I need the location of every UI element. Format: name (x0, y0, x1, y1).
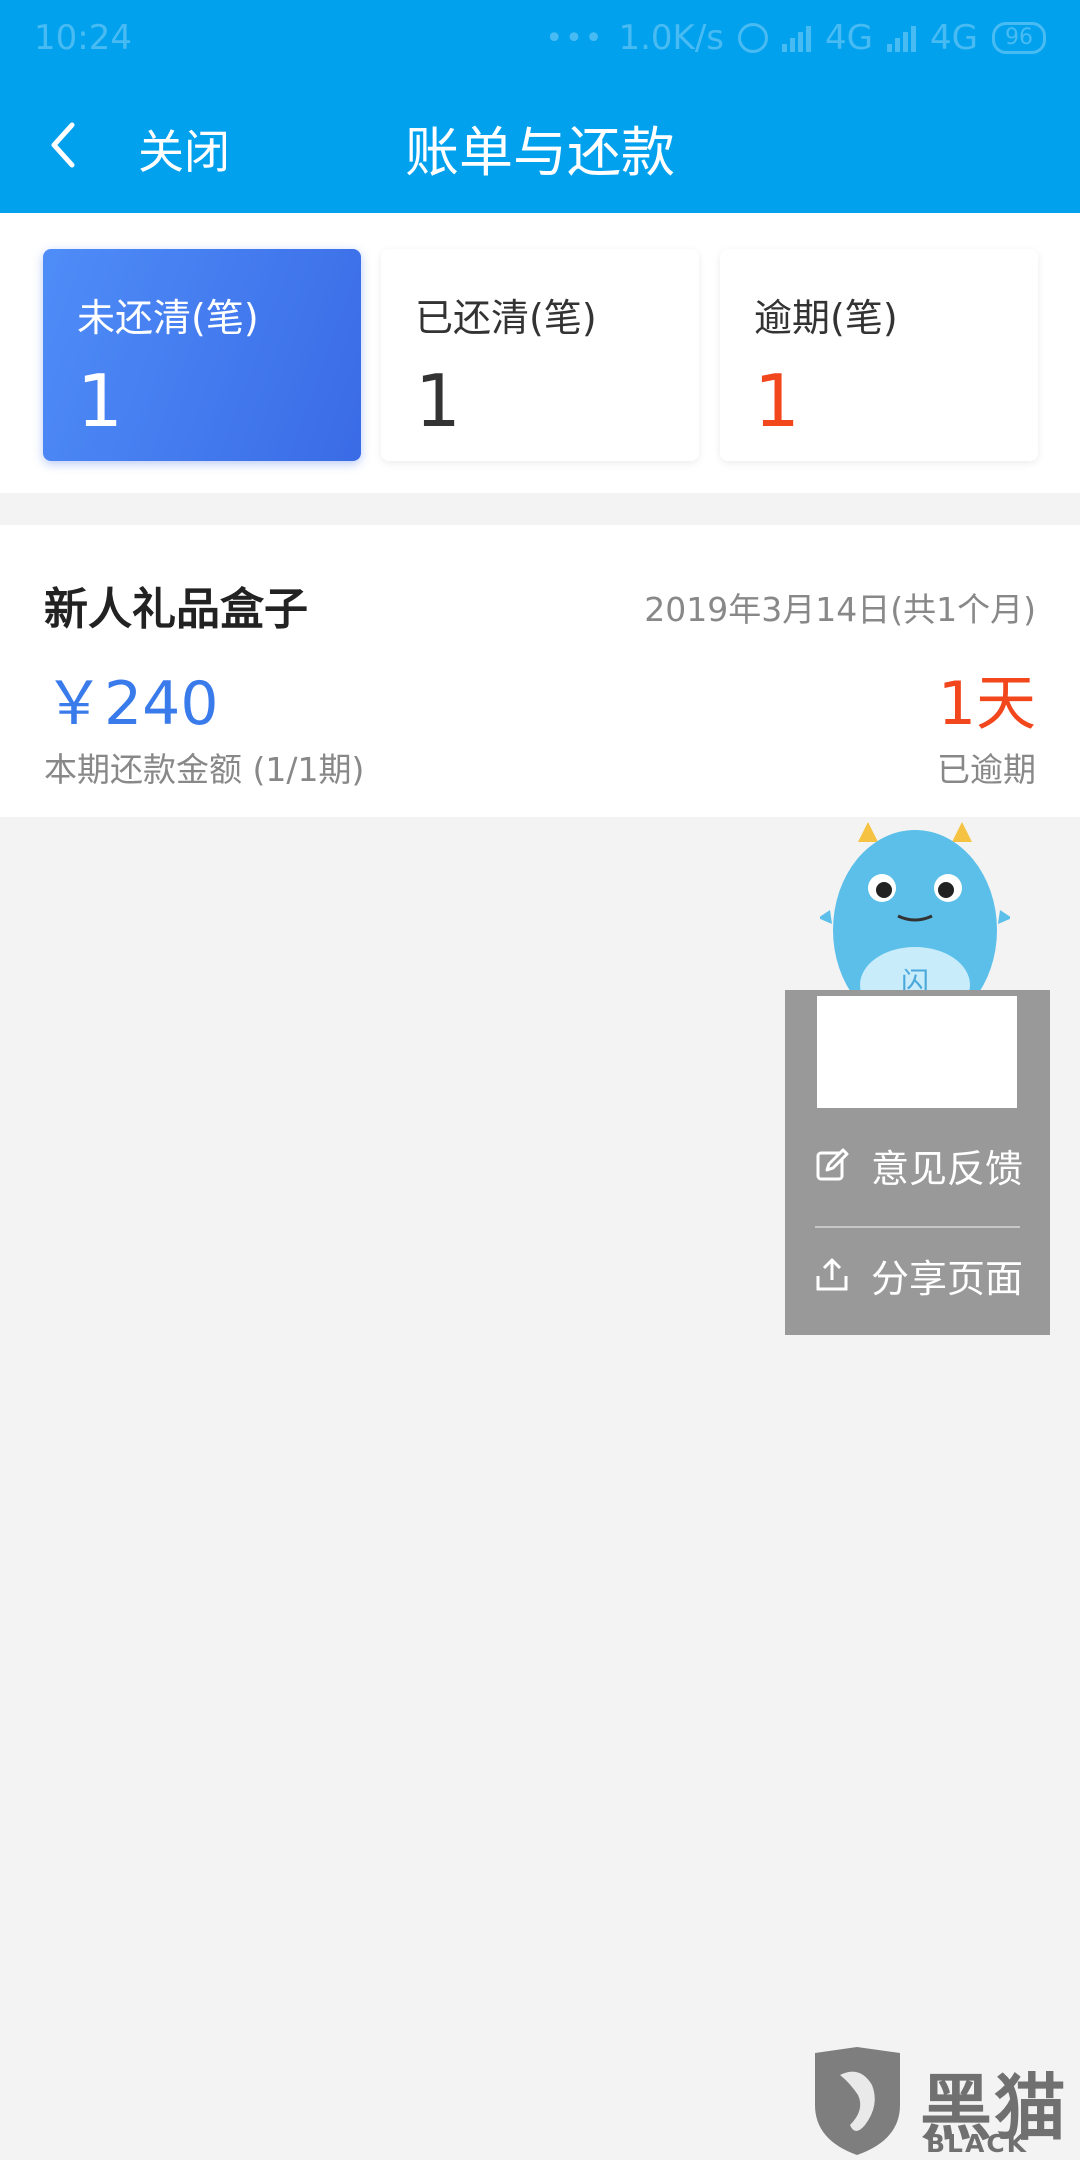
bill-name: 新人礼品盒子 (44, 584, 308, 635)
summary-section: 未还清(笔) 1 已还清(笔) 1 逾期(笔) 1 (0, 213, 1080, 493)
feedback-label: 意见反馈 (871, 1146, 1024, 1191)
status-bar: 10:24 ••• 1.0K/s 4G 4G 96 (0, 0, 1080, 80)
page-preview-thumbnail (817, 996, 1017, 1108)
share-page-button[interactable]: 分享页面 (785, 1225, 1050, 1325)
signal-icon-2 (887, 24, 917, 52)
alarm-icon (738, 23, 769, 53)
bill-list-item[interactable]: 新人礼品盒子 2019年3月14日(共1个月) ￥240 1天 本期还款金额 (… (0, 525, 1080, 817)
status-icons: ••• 1.0K/s 4G 4G 96 (545, 18, 1046, 58)
floating-menu: 意见反馈 分享页面 (785, 990, 1050, 1335)
network-type-1: 4G (825, 18, 874, 58)
overdue-status: 已逾期 (937, 750, 1036, 789)
card-count: 1 (754, 359, 800, 443)
watermark-subtext: BLACK CAT (926, 2129, 1029, 2160)
card-paid[interactable]: 已还清(笔) 1 (381, 249, 699, 461)
feedback-button[interactable]: 意见反馈 (785, 1115, 1050, 1215)
card-overdue[interactable]: 逾期(笔) 1 (720, 249, 1038, 461)
share-label: 分享页面 (871, 1256, 1024, 1301)
card-count: 1 (77, 359, 123, 443)
bill-amount: ￥240 (44, 669, 219, 739)
amount-caption: 本期还款金额 (1/1期) (44, 750, 365, 789)
more-dots-icon: ••• (545, 20, 605, 56)
app-header: 10:24 ••• 1.0K/s 4G 4G 96 关闭 账单与还款 (0, 0, 1080, 213)
overdue-days: 1天 (937, 669, 1036, 739)
edit-icon (816, 1148, 849, 1181)
card-unpaid[interactable]: 未还清(笔) 1 (43, 249, 361, 461)
signal-icon (782, 24, 812, 52)
card-label: 未还清(笔) (77, 296, 259, 340)
battery-icon: 96 (992, 22, 1046, 54)
card-label: 已还清(笔) (415, 296, 597, 340)
mascot-icon[interactable]: 闪 (820, 820, 1010, 1000)
status-time: 10:24 (34, 18, 132, 58)
card-count: 1 (415, 359, 461, 443)
page-title: 账单与还款 (405, 121, 675, 184)
bill-date: 2019年3月14日(共1个月) (644, 590, 1036, 629)
card-label: 逾期(笔) (754, 296, 898, 340)
share-upload-icon (816, 1258, 848, 1291)
black-cat-shield-icon (815, 2047, 900, 2155)
watermark-logo: 黑猫 BLACK CAT (810, 2045, 1080, 2160)
network-type-2: 4G (930, 18, 978, 58)
net-speed: 1.0K/s (618, 18, 725, 58)
